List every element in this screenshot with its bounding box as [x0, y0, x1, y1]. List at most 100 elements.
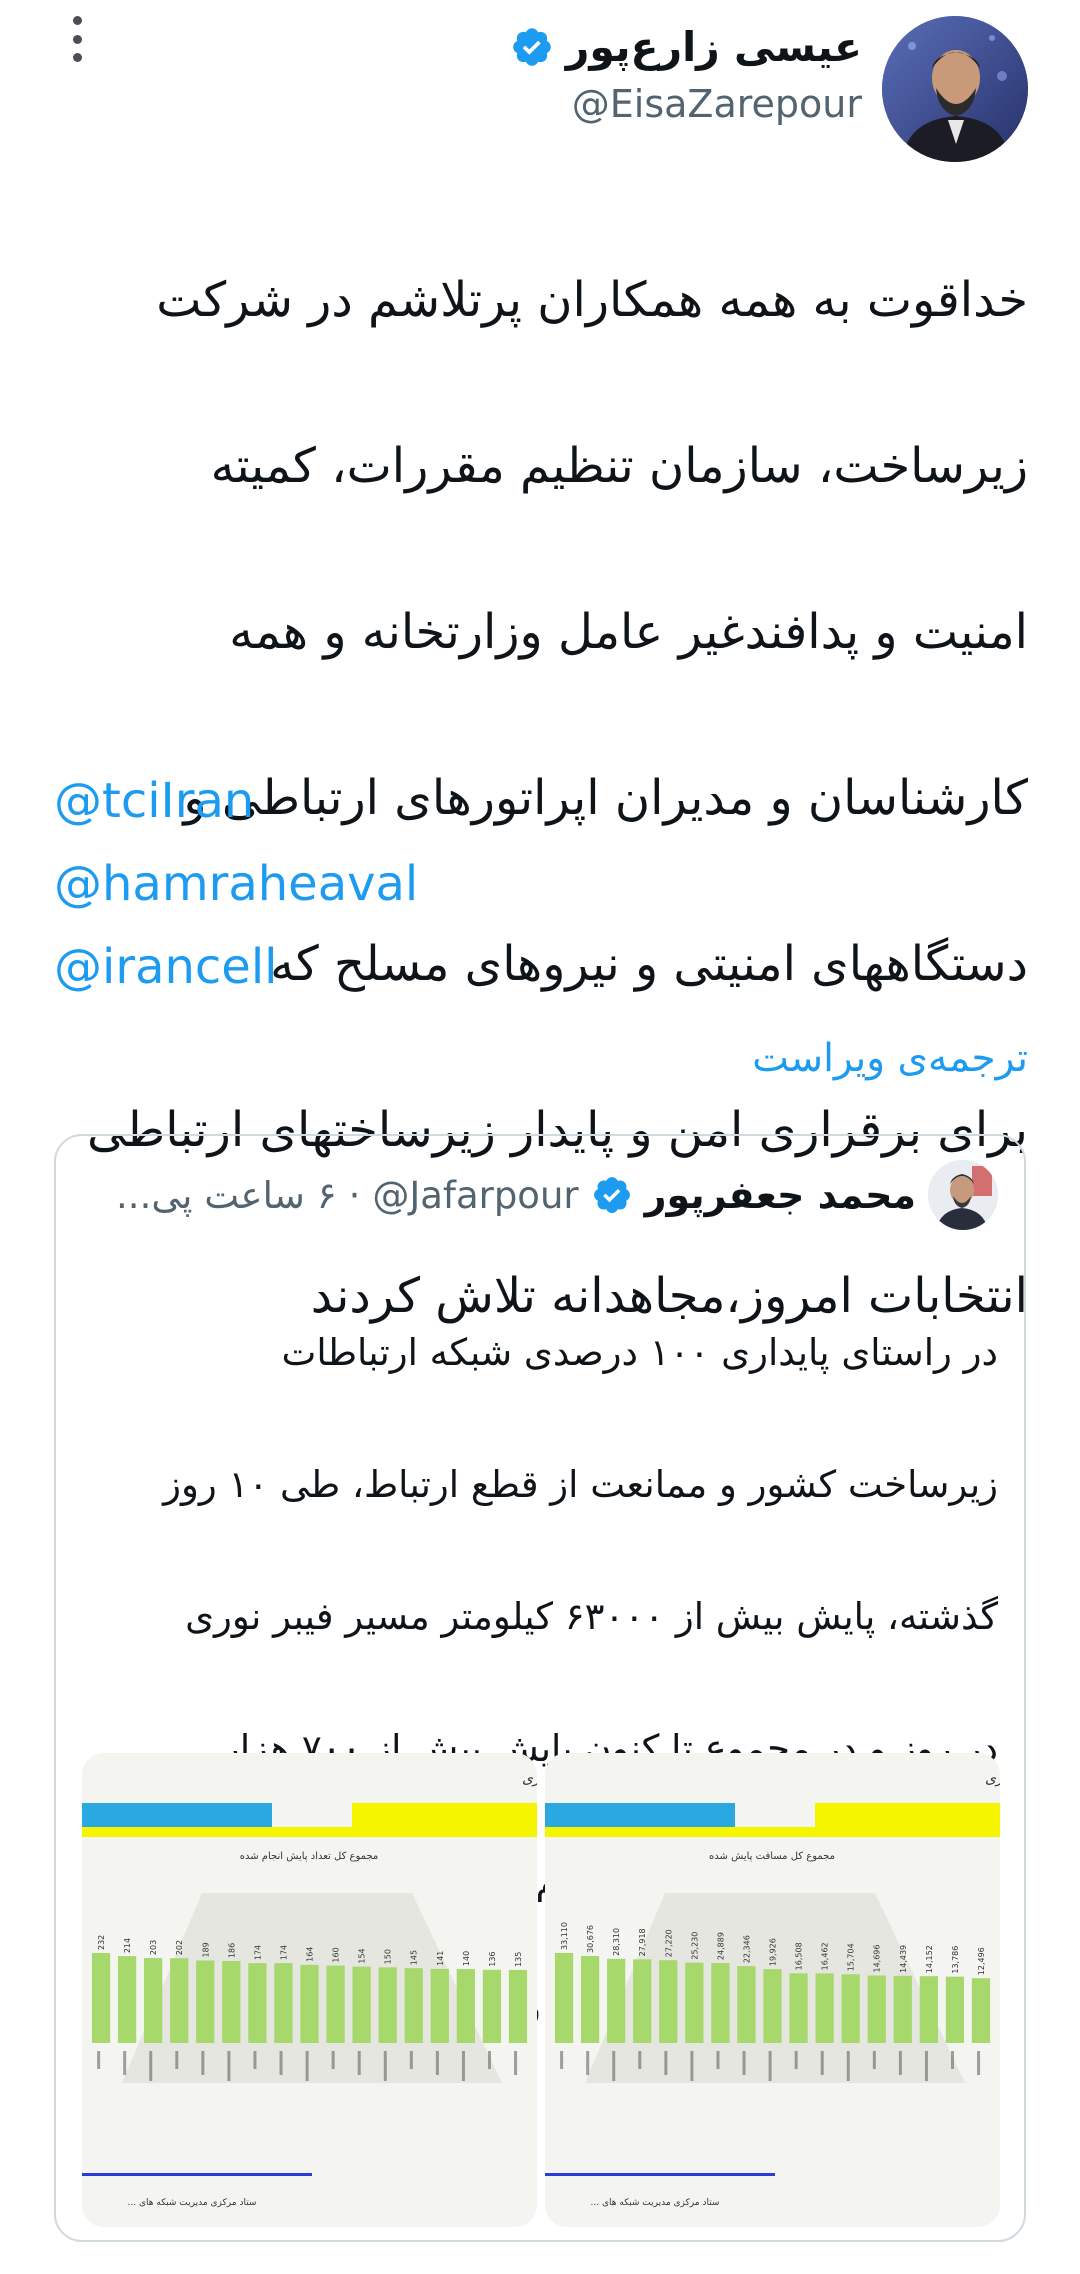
category-label-mark: [977, 2051, 981, 2075]
mention-link-irancell[interactable]: @irancell: [54, 926, 418, 1009]
chart-bar: [91, 1953, 111, 2043]
category-label-mark: [279, 2051, 283, 2075]
tweet-text-line: خداقوت به همه همکاران پرتلاشم در شرکت: [156, 272, 1028, 328]
category-label-mark: [253, 2051, 257, 2069]
category-label-mark: [716, 2051, 720, 2069]
category-label-mark: [97, 2051, 101, 2069]
chart-bar: [815, 1973, 834, 2043]
category-label-mark: [586, 2051, 590, 2075]
chart-bar: [971, 1978, 991, 2043]
chart-bar-value: 150: [384, 1949, 393, 1964]
category-label-mark: [488, 2051, 492, 2069]
chart-bar: [659, 1960, 678, 2043]
chart-bar-value: 135: [514, 1952, 523, 1967]
mention-link-tciiran[interactable]: @tciIran: [54, 760, 418, 843]
footer-rule: [545, 2173, 775, 2176]
chart-bar-value: 189: [201, 1942, 210, 1957]
chart-bar: [893, 1975, 912, 2043]
chart-bar: [482, 1969, 502, 2043]
category-label-mark: [383, 2051, 387, 2081]
chart-bar: [789, 1973, 808, 2043]
category-label-mark: [820, 2051, 824, 2075]
chart-bar: [554, 1953, 574, 2043]
chart-bar-value: 140: [462, 1951, 471, 1966]
chart-bar-value: 14,439: [899, 1945, 908, 1973]
tweet-text-line: زیرساخت، سازمان تنظیم مقررات، کمیته: [210, 438, 1028, 494]
more-options-icon[interactable]: [62, 16, 92, 62]
header-label-box: [545, 1803, 735, 1827]
category-label-mark: [201, 2051, 205, 2075]
image-subtitle: مجموع کل تعداد پایش انجام شده: [240, 1851, 379, 1862]
category-label-mark: [514, 2051, 518, 2075]
verified-badge-icon: [593, 1177, 630, 1213]
image-footer: ستاد مرکزی مدیریت شبکه های ...: [591, 2198, 720, 2208]
image-footer: ستاد مرکزی مدیریت شبکه های ...: [128, 2198, 257, 2208]
chart-bar: [144, 1958, 163, 2043]
chart-bar-value: 232: [97, 1935, 106, 1950]
category-label-mark: [924, 2051, 928, 2081]
chart-bar: [763, 1969, 782, 2043]
footer-rule: [82, 2173, 312, 2176]
author-display-name[interactable]: عیسی زارع‌پور: [566, 23, 862, 71]
chart-bar: [430, 1968, 449, 2043]
chart-bar: [841, 1974, 860, 2043]
category-label-mark: [227, 2051, 231, 2081]
chart-bar-value: 28,310: [612, 1928, 621, 1956]
chart-bar-value: 12,496: [977, 1947, 986, 1975]
chart-bar: [737, 1966, 756, 2043]
category-label-mark: [898, 2051, 902, 2075]
author-handle[interactable]: @EisaZarepour: [510, 82, 862, 126]
quoted-tweet-header: محمد جعفرپور @Jafarpour · ۶ ساعت پی...: [86, 1160, 998, 1230]
chart-bar-value: 19,926: [769, 1938, 778, 1966]
category-label-mark: [461, 2051, 465, 2081]
avatar-photo: [882, 16, 1028, 162]
chart-bar-value: 30,676: [586, 1925, 595, 1953]
chart-bar: [607, 1958, 626, 2043]
chart-bar-value: 202: [175, 1940, 184, 1955]
quoted-text-line: در راستای پایداری ۱۰۰ درصدی شبکه ارتباطا…: [281, 1331, 998, 1374]
image-subtitle: مجموع کل مسافت پایش شده: [709, 1851, 835, 1862]
chart-bar-value: 14,696: [873, 1945, 882, 1973]
category-label-mark: [123, 2051, 127, 2075]
chart-bar: [456, 1969, 475, 2043]
chart-bar: [326, 1965, 345, 2043]
header-label-box: [82, 1803, 272, 1827]
quoted-timestamp[interactable]: ۶ ساعت پی...: [116, 1174, 337, 1217]
quoted-text-line: گذشته، پایش بیش از ۶۳۰۰۰ کیلومتر مسیر فی…: [185, 1595, 998, 1638]
tweet-text-line: امنیت و پدافندغیر عامل وزارتخانه و همه: [229, 604, 1028, 660]
quoted-handle[interactable]: @Jafarpour: [372, 1174, 578, 1217]
chart-bar-value: 22,346: [742, 1935, 751, 1963]
mention-link-hamraheaval[interactable]: @hamraheaval: [54, 843, 418, 926]
chart-bar: [274, 1963, 293, 2043]
chart-bar: [685, 1962, 704, 2043]
chart-image-graphic: گزارش نموداری پایش مسیرهای فیبرنوری سطح …: [545, 1753, 1000, 2227]
quoted-display-name[interactable]: محمد جعفرپور: [645, 1173, 916, 1217]
author-name-row[interactable]: عیسی زارع‌پور: [510, 16, 862, 78]
category-label-mark: [846, 2051, 850, 2081]
header-yellow-strip: [545, 1827, 1000, 1837]
quoted-text-line: زیرساخت کشور و ممانعت از قطع ارتباط، طی …: [163, 1463, 998, 1506]
category-label-mark: [331, 2051, 335, 2069]
category-label-mark: [742, 2051, 746, 2075]
chart-bar-value: 16,462: [821, 1942, 830, 1970]
translate-link[interactable]: ترجمه‌ی ویراست: [752, 1036, 1028, 1081]
chart-bar-value: 164: [306, 1947, 315, 1962]
chart-image-graphic: گزارش تعداد پایش مسیرهای فیبرنوری سطح کش…: [82, 1753, 537, 2227]
image-title: گزارش نموداری پایش مسیرهای فیبرنوری سطح …: [985, 1770, 1000, 1787]
chart-bar: [222, 1961, 241, 2043]
chart-bar-value: 15,704: [847, 1943, 856, 1971]
chart-bar: [196, 1960, 215, 2043]
chart-bar-value: 13,786: [951, 1946, 960, 1974]
chart-bar: [633, 1959, 652, 2043]
quoted-tweet-card[interactable]: محمد جعفرپور @Jafarpour · ۶ ساعت پی... د…: [54, 1134, 1026, 2242]
chart-image-distance[interactable]: گزارش نموداری پایش مسیرهای فیبرنوری سطح …: [545, 1753, 1000, 2227]
chart-bar-value: 154: [358, 1948, 367, 1963]
chart-image-count[interactable]: گزارش تعداد پایش مسیرهای فیبرنوری سطح کش…: [82, 1753, 537, 2227]
author-avatar[interactable]: [882, 16, 1028, 162]
category-label-mark: [951, 2051, 955, 2069]
chart-bar-value: 160: [332, 1947, 341, 1962]
category-label-mark: [638, 2051, 642, 2069]
verified-badge-icon: [513, 28, 551, 66]
category-label-mark: [612, 2051, 616, 2081]
quoted-author-avatar[interactable]: [928, 1160, 998, 1230]
